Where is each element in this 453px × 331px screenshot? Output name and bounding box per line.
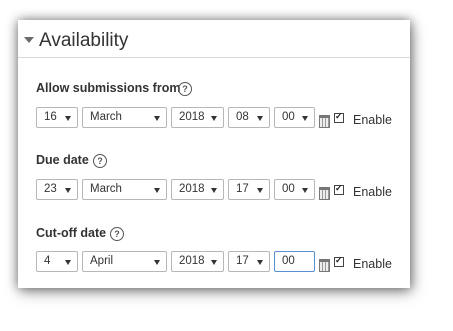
chevron-down-icon (211, 188, 217, 193)
cut-off-date-minute-select[interactable]: 00 (274, 251, 315, 272)
cut-off-date-enable-checkbox[interactable] (334, 255, 344, 267)
allow-submissions-year-select[interactable]: 2018 (171, 107, 224, 128)
caret-down-icon[interactable] (24, 37, 34, 43)
cut-off-date-month-select[interactable]: April (82, 251, 167, 272)
cut-off-date-day-select[interactable]: 4 (36, 251, 78, 272)
allow-submissions-label: Allow submissions from (36, 81, 181, 95)
chevron-down-icon (302, 116, 308, 121)
due-date-month-select[interactable]: March (82, 179, 167, 200)
calendar-icon[interactable] (319, 187, 330, 200)
chevron-down-icon (65, 188, 71, 193)
chevron-down-icon (154, 188, 160, 193)
allow-submissions-hour-select[interactable]: 08 (228, 107, 270, 128)
section-header[interactable]: Availability (18, 20, 410, 58)
due-date-enable-checkbox[interactable] (334, 183, 344, 195)
enable-label: Enable (353, 257, 392, 271)
help-icon[interactable]: ? (178, 82, 192, 96)
cut-off-date-label: Cut-off date (36, 226, 107, 240)
cut-off-date-year-select[interactable]: 2018 (171, 251, 224, 272)
help-icon[interactable]: ? (110, 227, 124, 241)
chevron-down-icon (65, 116, 71, 121)
allow-submissions-month-select[interactable]: March (82, 107, 167, 128)
availability-panel: Availability Allow submissions from ? 16… (18, 20, 410, 288)
chevron-down-icon (257, 188, 263, 193)
chevron-down-icon (154, 260, 160, 265)
chevron-down-icon (257, 116, 263, 121)
due-date-label: Due date (36, 153, 89, 167)
help-icon[interactable]: ? (93, 154, 107, 168)
calendar-icon[interactable] (319, 115, 330, 128)
section-title: Availability (39, 30, 129, 51)
enable-label: Enable (353, 113, 392, 127)
allow-submissions-minute-select[interactable]: 00 (274, 107, 315, 128)
due-date-year-select[interactable]: 2018 (171, 179, 224, 200)
due-date-day-select[interactable]: 23 (36, 179, 78, 200)
due-date-minute-select[interactable]: 00 (274, 179, 315, 200)
chevron-down-icon (302, 188, 308, 193)
chevron-down-icon (65, 260, 71, 265)
chevron-down-icon (211, 116, 217, 121)
due-date-hour-select[interactable]: 17 (228, 179, 270, 200)
chevron-down-icon (154, 116, 160, 121)
chevron-down-icon (211, 260, 217, 265)
chevron-down-icon (257, 260, 263, 265)
calendar-icon[interactable] (319, 259, 330, 272)
allow-submissions-day-select[interactable]: 16 (36, 107, 78, 128)
allow-submissions-enable-checkbox[interactable] (334, 111, 344, 123)
enable-label: Enable (353, 185, 392, 199)
cut-off-date-hour-select[interactable]: 17 (228, 251, 270, 272)
